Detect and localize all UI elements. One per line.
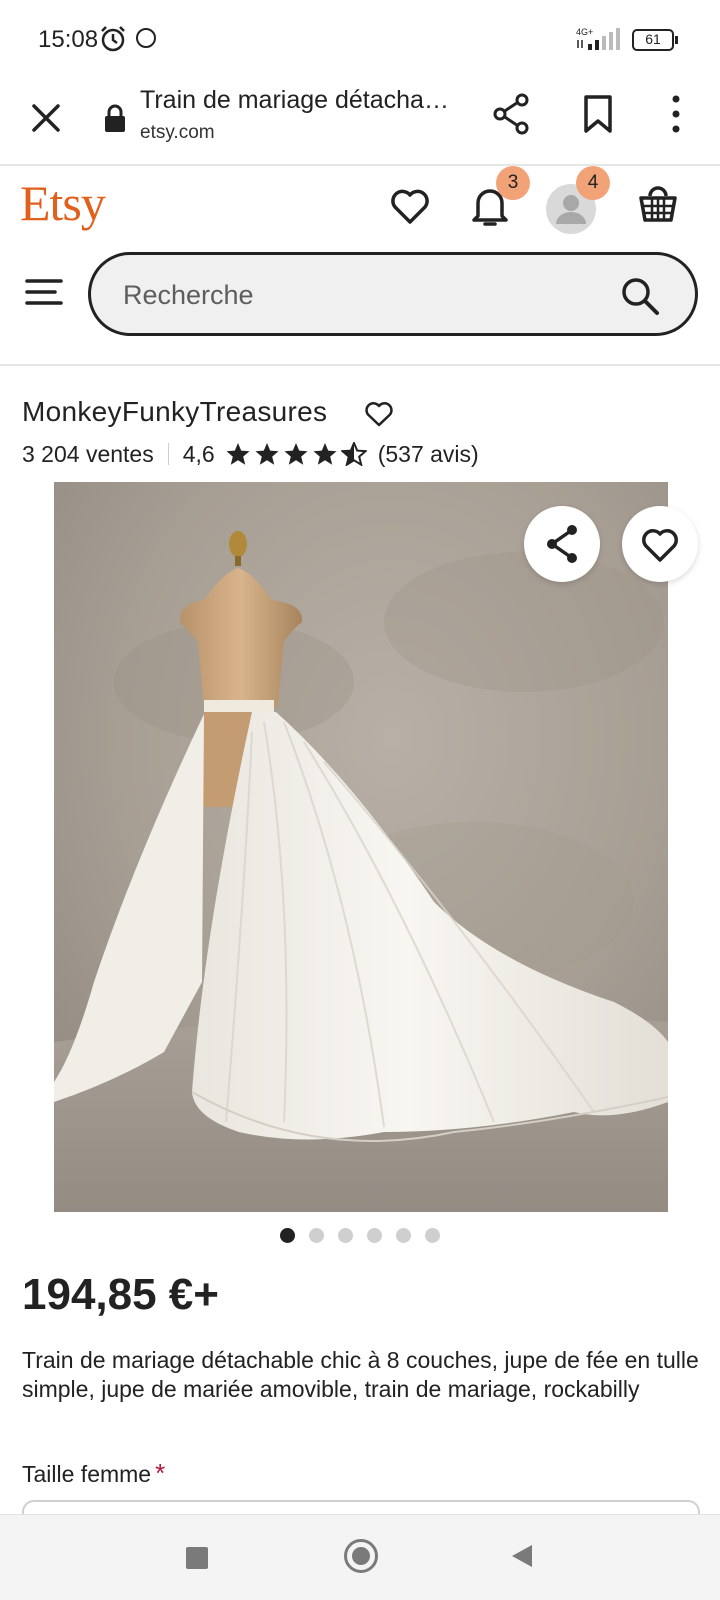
favorite-button[interactable] (622, 506, 698, 582)
carousel-dots (280, 1228, 454, 1243)
hamburger-icon[interactable] (24, 276, 64, 308)
carousel-dot[interactable] (396, 1228, 411, 1243)
page-title[interactable]: Train de mariage détachable chic à 8 cou… (140, 86, 460, 115)
lock-icon (105, 104, 125, 132)
search-bar (88, 252, 698, 336)
product-image[interactable] (54, 482, 668, 1212)
account-badge: 4 (576, 166, 610, 200)
share-button[interactable] (524, 506, 600, 582)
carousel-dot[interactable] (338, 1228, 353, 1243)
shop-meta: 3 204 ventes 4,6 (537 avis) (22, 438, 479, 470)
search-icon[interactable] (619, 275, 661, 317)
notifications-badge: 3 (496, 166, 530, 200)
carousel-dot[interactable] (309, 1228, 324, 1243)
search-input[interactable] (123, 277, 563, 313)
status-bar: 15:08 4G+ 61 (0, 0, 720, 80)
star-icon (255, 443, 279, 465)
size-label-text: Taille femme (22, 1461, 152, 1487)
required-marker: * (155, 1458, 166, 1488)
moon-icon (136, 28, 156, 48)
carousel-dot[interactable] (367, 1228, 382, 1243)
product-description: Train de mariage détachable chic à 8 cou… (22, 1347, 699, 1402)
close-icon[interactable] (26, 98, 66, 138)
home-button[interactable] (344, 1539, 378, 1573)
shop-name[interactable]: MonkeyFunkyTreasures (22, 396, 327, 428)
back-icon[interactable] (510, 1543, 534, 1569)
star-icon (284, 443, 308, 465)
status-time: 15:08 (38, 26, 99, 53)
half-star-icon (340, 442, 367, 466)
home-icon (352, 1547, 370, 1565)
divider (167, 443, 169, 465)
shop-sales: 3 204 ventes (22, 440, 154, 467)
share-icon[interactable] (490, 92, 534, 136)
site-header: Etsy 3 4 (0, 166, 720, 366)
heart-icon[interactable] (388, 184, 432, 228)
browser-toolbar: Train de mariage détachable chic à 8 cou… (0, 80, 720, 166)
etsy-logo[interactable]: Etsy (20, 174, 106, 232)
carousel-dot[interactable] (280, 1228, 295, 1243)
system-nav-bar (0, 1514, 720, 1600)
alarm-icon (101, 26, 125, 52)
network-label: 4G+ (576, 27, 593, 37)
bookmark-icon[interactable] (580, 94, 616, 134)
star-icon (313, 443, 337, 465)
page-domain[interactable]: etsy.com (140, 122, 215, 144)
carousel-dot[interactable] (425, 1228, 440, 1243)
basket-icon[interactable] (636, 182, 680, 226)
rating-stars (225, 442, 370, 466)
share-icon (547, 525, 577, 563)
shop-reviews[interactable]: (537 avis) (378, 441, 479, 468)
heart-icon[interactable] (364, 400, 394, 428)
product-price: 194,85 €+ (22, 1270, 219, 1319)
battery-level: 61 (645, 31, 661, 47)
signal-icon: 4G+ (576, 27, 620, 50)
shop-rating: 4,6 (182, 440, 215, 467)
heart-icon (642, 529, 678, 562)
wedding-train-photo (54, 482, 668, 1212)
battery-icon: 61 (632, 29, 680, 51)
star-icon (226, 443, 250, 465)
size-label: Taille femme * (22, 1458, 165, 1489)
more-vertical-icon[interactable] (664, 92, 688, 136)
recents-button[interactable] (186, 1547, 208, 1569)
